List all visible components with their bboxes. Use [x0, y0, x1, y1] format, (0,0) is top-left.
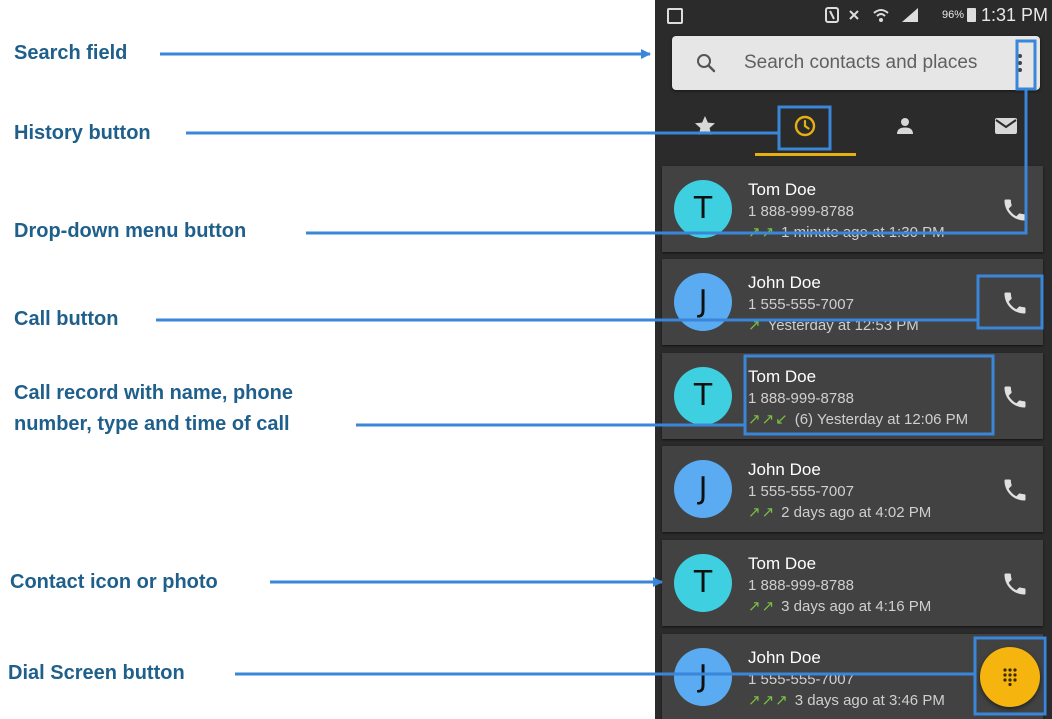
contact-number: 1 555-555-7007 — [748, 671, 854, 688]
battery-icon — [967, 8, 976, 22]
contact-name: John Doe — [748, 648, 821, 667]
overflow-dot — [1018, 61, 1022, 65]
contact-number: 1 888-999-8788 — [748, 390, 854, 407]
tab-contacts[interactable] — [855, 100, 955, 156]
contact-avatar[interactable]: T — [674, 180, 732, 238]
phone-icon[interactable] — [1001, 383, 1029, 411]
contact-name: Tom Doe — [748, 367, 817, 386]
contact-name: Tom Doe — [748, 180, 817, 199]
contact-number: 1 888-999-8788 — [748, 577, 854, 594]
active-tab-indicator — [755, 153, 856, 156]
call-meta: ↗↗ 2 days ago at 4:02 PM — [748, 503, 931, 521]
dropdown-menu-button[interactable] — [1010, 44, 1030, 82]
nfc-wifi-signal-icons — [825, 7, 918, 23]
callout-dial-screen-button: Dial Screen button — [8, 662, 185, 684]
contact-avatar[interactable]: J — [674, 460, 732, 518]
call-type-arrows: ↗↗ — [748, 504, 776, 521]
star-icon — [695, 116, 715, 135]
call-type-arrows: ↗↗ — [748, 224, 776, 241]
call-time: Yesterday at 12:53 PM — [767, 317, 919, 334]
battery-percent: 96% — [941, 9, 964, 21]
phone-icon[interactable] — [1001, 476, 1029, 504]
call-type-arrows: ↗ — [748, 317, 762, 334]
call-type-arrows: ↗↗↙ — [748, 411, 789, 428]
search-icon — [697, 54, 716, 73]
tab-bar — [655, 100, 1052, 156]
contact-avatar[interactable]: T — [674, 367, 732, 425]
clock-icon — [794, 115, 816, 137]
call-time: 1 minute ago at 1:30 PM — [781, 224, 945, 241]
tab-messages[interactable] — [955, 100, 1052, 156]
callout-search-field: Search field — [14, 42, 128, 64]
phone-icon[interactable] — [1001, 196, 1029, 224]
contact-name: John Doe — [748, 273, 821, 292]
call-time: 2 days ago at 4:02 PM — [781, 504, 932, 521]
status-bar: 96% 1:31 PM — [655, 0, 1052, 30]
dialpad-icon — [1003, 668, 1017, 686]
call-time: 3 days ago at 3:46 PM — [794, 692, 945, 709]
call-meta: ↗↗ 1 minute ago at 1:30 PM — [748, 223, 945, 241]
tab-history[interactable] — [755, 100, 855, 156]
call-record[interactable]: T Tom Doe 1 888-999-8788 ↗↗ 3 days ago at 4:… — [662, 540, 1043, 626]
screenshot-icon — [667, 8, 683, 24]
search-field[interactable]: Search contacts and places — [672, 36, 1040, 90]
callout-dropdown-menu-button: Drop-down menu button — [14, 220, 247, 242]
call-record[interactable]: T Tom Doe 1 888-999-8788 ↗↗ 1 minute ago at … — [662, 166, 1043, 252]
call-time: Yesterday at 12:06 PM — [816, 411, 969, 428]
phone-screen: 96% 1:31 PM Search contacts and places T… — [655, 0, 1052, 719]
call-time: 3 days ago at 4:16 PM — [781, 598, 932, 615]
callout-history-button: History button — [14, 122, 151, 144]
call-meta: ↗↗ 3 days ago at 4:16 PM — [748, 597, 931, 615]
callout-call-button: Call button — [14, 308, 119, 330]
call-record[interactable]: J John Doe 1 555-555-7007 ↗↗ 2 days ago at 4… — [662, 446, 1043, 532]
call-record[interactable]: T Tom Doe 1 888-999-8788 ↗↗↙ (6) Yesterday a… — [662, 353, 1043, 439]
call-type-arrows: ↗↗↗ — [748, 692, 789, 709]
contact-avatar[interactable]: J — [674, 648, 732, 706]
system-icons — [822, 7, 942, 26]
contact-name: Tom Doe — [748, 554, 817, 573]
search-placeholder: Search contacts and places — [744, 52, 978, 73]
call-meta: ↗ Yesterday at 12:53 PM — [748, 316, 919, 334]
callout-call-record-line1: Call record with name, phone — [14, 382, 293, 404]
dial-screen-button[interactable] — [980, 647, 1040, 707]
contact-avatar[interactable]: J — [674, 273, 732, 331]
status-time: 1:31 PM — [980, 5, 1048, 25]
mail-icon — [995, 118, 1017, 134]
call-record[interactable]: J John Doe 1 555-555-7007 ↗ Yesterday at 12:… — [662, 259, 1043, 345]
contact-number: 1 555-555-7007 — [748, 296, 854, 313]
callout-contact-icon: Contact icon or photo — [10, 571, 218, 593]
contact-number: 1 555-555-7007 — [748, 483, 854, 500]
callout-call-record-line2: number, type and time of call — [14, 413, 290, 435]
call-type-arrows: ↗↗ — [748, 598, 776, 615]
call-meta: ↗↗↙ (6) Yesterday at 12:06 PM — [748, 410, 968, 428]
call-meta: ↗↗↗ 3 days ago at 3:46 PM — [748, 691, 945, 709]
tab-favorites[interactable] — [655, 100, 755, 156]
overflow-dot — [1018, 54, 1022, 58]
contact-avatar[interactable]: T — [674, 554, 732, 612]
overflow-dot — [1018, 68, 1022, 72]
phone-icon[interactable] — [1001, 570, 1029, 598]
contact-name: John Doe — [748, 460, 821, 479]
phone-icon[interactable] — [1001, 289, 1029, 317]
call-count: (6) — [794, 411, 814, 428]
person-icon — [897, 118, 913, 134]
contact-number: 1 888-999-8788 — [748, 203, 854, 220]
